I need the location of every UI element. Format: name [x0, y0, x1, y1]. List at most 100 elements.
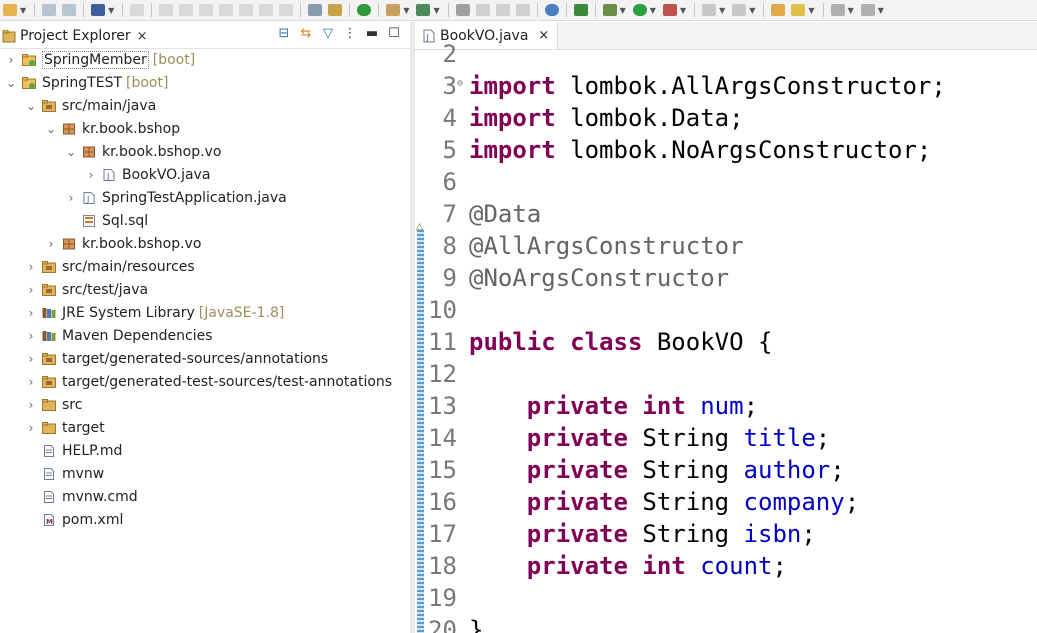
run-icon[interactable]: [632, 4, 647, 16]
link-editor-icon[interactable]: ⇆: [298, 26, 314, 41]
collapse-arrow-icon[interactable]: ›: [24, 421, 38, 435]
collapse-all-icon[interactable]: ⊟: [276, 26, 292, 41]
tree-item[interactable]: › target/generated-sources/annotations: [24, 348, 329, 370]
wizard-dropdown-icon[interactable]: ▼: [808, 6, 814, 15]
expand-arrow-icon[interactable]: ⌄: [64, 145, 78, 159]
tree-item[interactable]: mvnw.cmd: [24, 486, 138, 508]
terminal-dropdown-icon[interactable]: ▼: [108, 6, 114, 15]
collapse-arrow-icon[interactable]: ›: [24, 260, 38, 274]
expand-arrow-icon[interactable]: ⌄: [44, 122, 58, 136]
globe-icon[interactable]: [544, 4, 559, 16]
new-java-project-icon[interactable]: [386, 4, 401, 16]
stop-dropdown-icon[interactable]: ▼: [719, 6, 725, 15]
save-icon[interactable]: [42, 4, 57, 16]
relaunch-dropdown-icon[interactable]: ▼: [749, 6, 755, 15]
external-tools-icon[interactable]: [662, 4, 677, 16]
tree-item[interactable]: ⌄ kr.book.bshop: [44, 118, 180, 140]
tree-item[interactable]: › target/generated-test-sources/test-anno…: [24, 371, 393, 393]
tree-item[interactable]: Mpom.xml: [24, 509, 123, 531]
text-file-icon: [42, 491, 56, 503]
explorer-view-actions: ⊟ ⇆ ▽ ⋮ ▬ ☐: [276, 26, 402, 41]
suspend-icon[interactable]: [179, 4, 194, 16]
run-dropdown-icon[interactable]: ▼: [650, 6, 656, 15]
fold-toggle-icon[interactable]: ⊖: [457, 70, 469, 98]
step-into-icon[interactable]: [239, 4, 254, 16]
collapse-arrow-icon[interactable]: ›: [4, 53, 18, 67]
save-all-icon[interactable]: [62, 4, 77, 16]
next-annotation-icon[interactable]: [830, 4, 845, 16]
tree-item[interactable]: › J SpringTestApplication.java: [64, 187, 287, 209]
previous-annotation-icon[interactable]: [860, 4, 875, 16]
tree-item-label: target: [62, 420, 105, 436]
word-wrap-icon[interactable]: [308, 4, 323, 16]
collapse-arrow-icon[interactable]: ›: [24, 329, 38, 343]
open-perspective-icon[interactable]: [771, 4, 786, 16]
debug-icon[interactable]: [602, 4, 617, 16]
external-tools-dropdown-icon[interactable]: ▼: [680, 6, 686, 15]
close-icon[interactable]: ×: [538, 28, 549, 43]
skip-breakpoints-icon[interactable]: [130, 4, 145, 16]
relaunch-icon[interactable]: [732, 4, 747, 16]
show-whitespace-icon[interactable]: [515, 4, 530, 16]
minimize-icon[interactable]: ▬: [364, 26, 380, 41]
step-return-icon[interactable]: [279, 4, 294, 16]
boot-dashboard-icon[interactable]: [357, 4, 372, 16]
filter-icon[interactable]: ▽: [320, 26, 336, 41]
tree-item[interactable]: ⌄ kr.book.bshop.vo: [64, 141, 221, 163]
new-class-dropdown-icon[interactable]: ▼: [433, 6, 439, 15]
new-dropdown-icon[interactable]: ▼: [20, 6, 26, 15]
next-annotation-dropdown-icon[interactable]: ▼: [848, 6, 854, 15]
tree-item[interactable]: ⌄ SpringTEST [boot]: [4, 72, 168, 94]
tree-item[interactable]: › SpringMember [boot]: [4, 49, 195, 71]
java-editor: J BookVO.java × △ 2 3⊖ import lombok.AllAr…: [415, 22, 1037, 633]
tree-item[interactable]: Sql.sql: [64, 210, 148, 232]
tree-item[interactable]: › JRE System Library [JavaSE-1.8]: [24, 302, 285, 324]
collapse-arrow-icon[interactable]: ›: [84, 168, 98, 182]
tree-item[interactable]: HELP.md: [24, 440, 122, 462]
tree-item[interactable]: ⌄ src/main/java: [24, 95, 156, 117]
tab-project-explorer[interactable]: Project Explorer ×: [0, 24, 154, 48]
collapse-arrow-icon[interactable]: ›: [24, 352, 38, 366]
terminate-icon[interactable]: [199, 4, 214, 16]
collapse-arrow-icon[interactable]: ›: [24, 375, 38, 389]
maven-file-icon: M: [42, 514, 56, 526]
toggle-mark-icon[interactable]: [495, 4, 510, 16]
previous-annotation-dropdown-icon[interactable]: ▼: [878, 6, 884, 15]
line-number: 9: [442, 264, 457, 292]
tree-item[interactable]: mvnw: [24, 463, 104, 485]
wizard-icon[interactable]: [791, 4, 806, 16]
disconnect-icon[interactable]: [219, 4, 234, 16]
view-menu-icon[interactable]: ⋮: [342, 26, 358, 41]
expand-arrow-icon[interactable]: ⌄: [4, 76, 18, 90]
spring-boot-icon[interactable]: [328, 4, 343, 16]
stop-icon[interactable]: [702, 4, 717, 16]
collapse-arrow-icon[interactable]: ›: [24, 283, 38, 297]
open-type-icon[interactable]: [455, 4, 470, 16]
collapse-arrow-icon[interactable]: ›: [24, 398, 38, 412]
expand-arrow-icon[interactable]: ⌄: [24, 99, 38, 113]
close-icon[interactable]: ×: [137, 29, 148, 44]
step-over-icon[interactable]: [259, 4, 274, 16]
new-class-icon[interactable]: [416, 4, 431, 16]
collapse-arrow-icon[interactable]: ›: [44, 237, 58, 251]
tree-item[interactable]: › kr.book.bshop.vo: [44, 233, 202, 255]
run-last-icon[interactable]: [573, 4, 588, 16]
tree-item[interactable]: › Maven Dependencies: [24, 325, 213, 347]
collapse-arrow-icon[interactable]: ›: [24, 306, 38, 320]
tree-item[interactable]: › target: [24, 417, 105, 439]
tree-item[interactable]: › src/main/resources: [24, 256, 195, 278]
tree-item-label: HELP.md: [62, 443, 123, 459]
toolbar-separator: [378, 3, 380, 17]
collapse-arrow-icon[interactable]: ›: [64, 191, 78, 205]
edit-icon[interactable]: [475, 4, 490, 16]
new-java-project-dropdown-icon[interactable]: ▼: [403, 6, 409, 15]
maximize-icon[interactable]: ☐: [386, 26, 402, 41]
tree-item[interactable]: › J BookVO.java: [84, 164, 211, 186]
tree-item[interactable]: › src: [24, 394, 83, 416]
new-icon[interactable]: [3, 4, 17, 16]
debug-dropdown-icon[interactable]: ▼: [620, 6, 626, 15]
resume-icon[interactable]: [159, 4, 174, 16]
terminal-icon[interactable]: [91, 4, 106, 16]
tree-item[interactable]: › src/test/java: [24, 279, 149, 301]
code-line: 17 private String isbn;: [427, 518, 816, 550]
